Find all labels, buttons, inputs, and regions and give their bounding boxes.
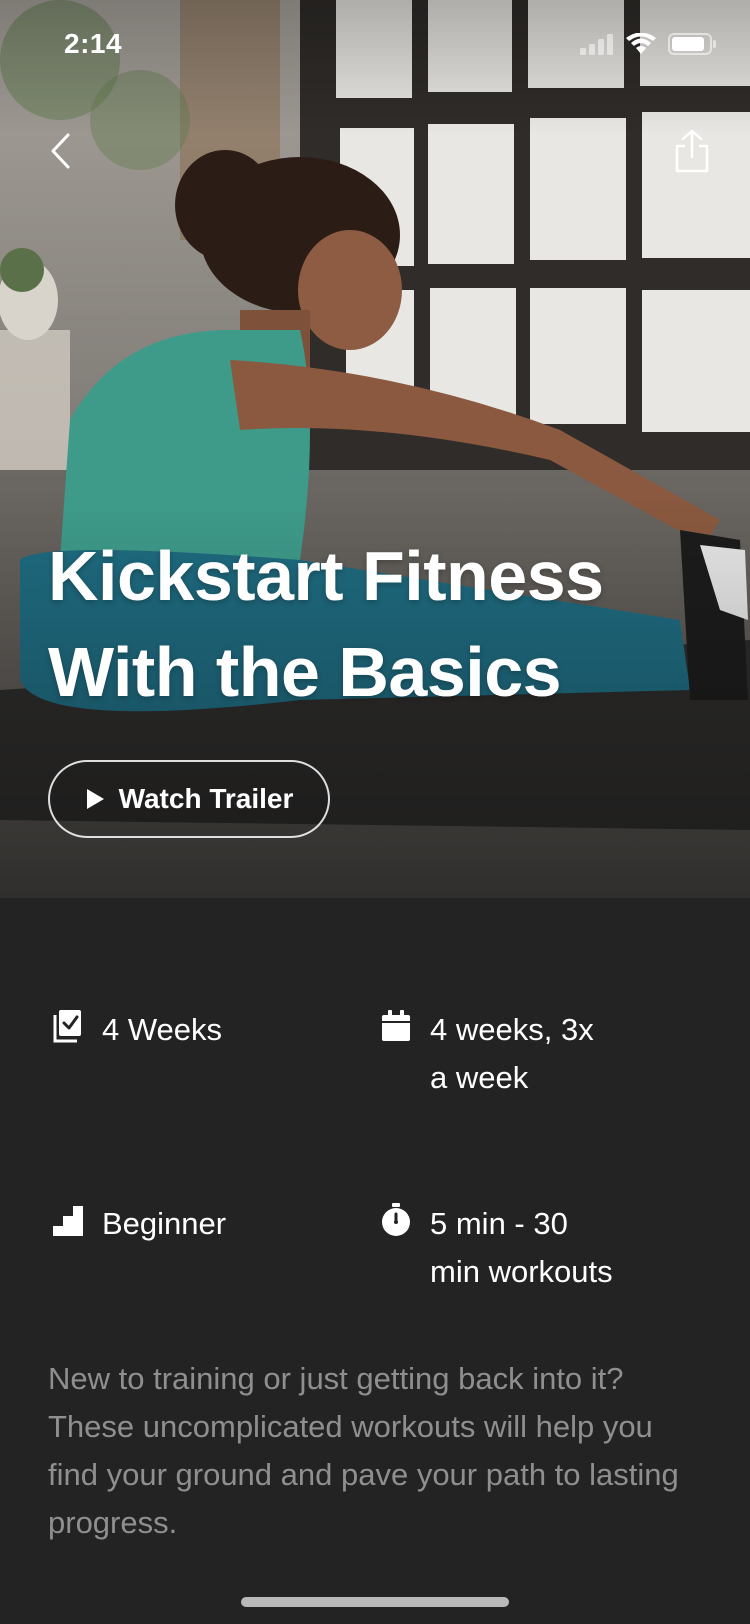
meta-duration: 4 Weeks bbox=[52, 1006, 222, 1054]
meta-frequency-line-2: a week bbox=[430, 1060, 529, 1095]
share-button[interactable] bbox=[670, 126, 714, 176]
program-title-line-1: Kickstart Fitness bbox=[48, 537, 604, 615]
share-icon bbox=[675, 129, 709, 173]
watch-trailer-label: Watch Trailer bbox=[118, 783, 294, 814]
calendar-icon bbox=[380, 1008, 412, 1044]
status-bar: 2:14 bbox=[0, 0, 750, 90]
checklist-icon bbox=[52, 1008, 84, 1044]
meta-frequency-text: 4 weeks, 3x a week bbox=[430, 1006, 594, 1102]
play-icon bbox=[86, 789, 104, 809]
meta-workout-length: 5 min - 30 min workouts bbox=[380, 1200, 613, 1296]
meta-duration-text: 4 Weeks bbox=[102, 1006, 222, 1054]
home-indicator[interactable] bbox=[241, 1597, 509, 1607]
meta-duration-line-1: 4 Weeks bbox=[102, 1012, 223, 1047]
meta-frequency-line-1: 4 weeks, 3x bbox=[430, 1012, 594, 1047]
wifi-icon bbox=[626, 33, 656, 54]
meta-level-text: Beginner bbox=[102, 1200, 226, 1248]
meta-frequency: 4 weeks, 3x a week bbox=[380, 1006, 594, 1102]
watch-trailer-button[interactable]: Watch Trailer bbox=[48, 760, 330, 838]
back-button[interactable] bbox=[40, 126, 80, 176]
status-time: 2:14 bbox=[64, 28, 123, 59]
meta-workout-length-text: 5 min - 30 min workouts bbox=[430, 1200, 613, 1296]
program-details: 4 Weeks 4 weeks, 3x a week Beginner 5 mi… bbox=[0, 898, 750, 1624]
stopwatch-icon bbox=[380, 1202, 412, 1238]
chevron-left-icon bbox=[51, 133, 70, 169]
meta-workout-length-line-1: 5 min - 30 bbox=[430, 1206, 568, 1241]
program-title: Kickstart Fitness With the Basics bbox=[48, 528, 708, 720]
program-title-line-2: With the Basics bbox=[48, 633, 562, 711]
meta-level-line-1: Beginner bbox=[102, 1206, 227, 1241]
stairs-level-icon bbox=[52, 1202, 84, 1238]
hero-banner: 2:14 Kickstart Fitness With the Basics W… bbox=[0, 0, 750, 898]
meta-workout-length-line-2: min workouts bbox=[430, 1254, 613, 1289]
meta-level: Beginner bbox=[52, 1200, 226, 1248]
cellular-signal-icon bbox=[580, 34, 613, 55]
program-description: New to training or just getting back int… bbox=[48, 1361, 679, 1540]
status-icons bbox=[580, 32, 718, 56]
battery-icon bbox=[668, 33, 716, 55]
